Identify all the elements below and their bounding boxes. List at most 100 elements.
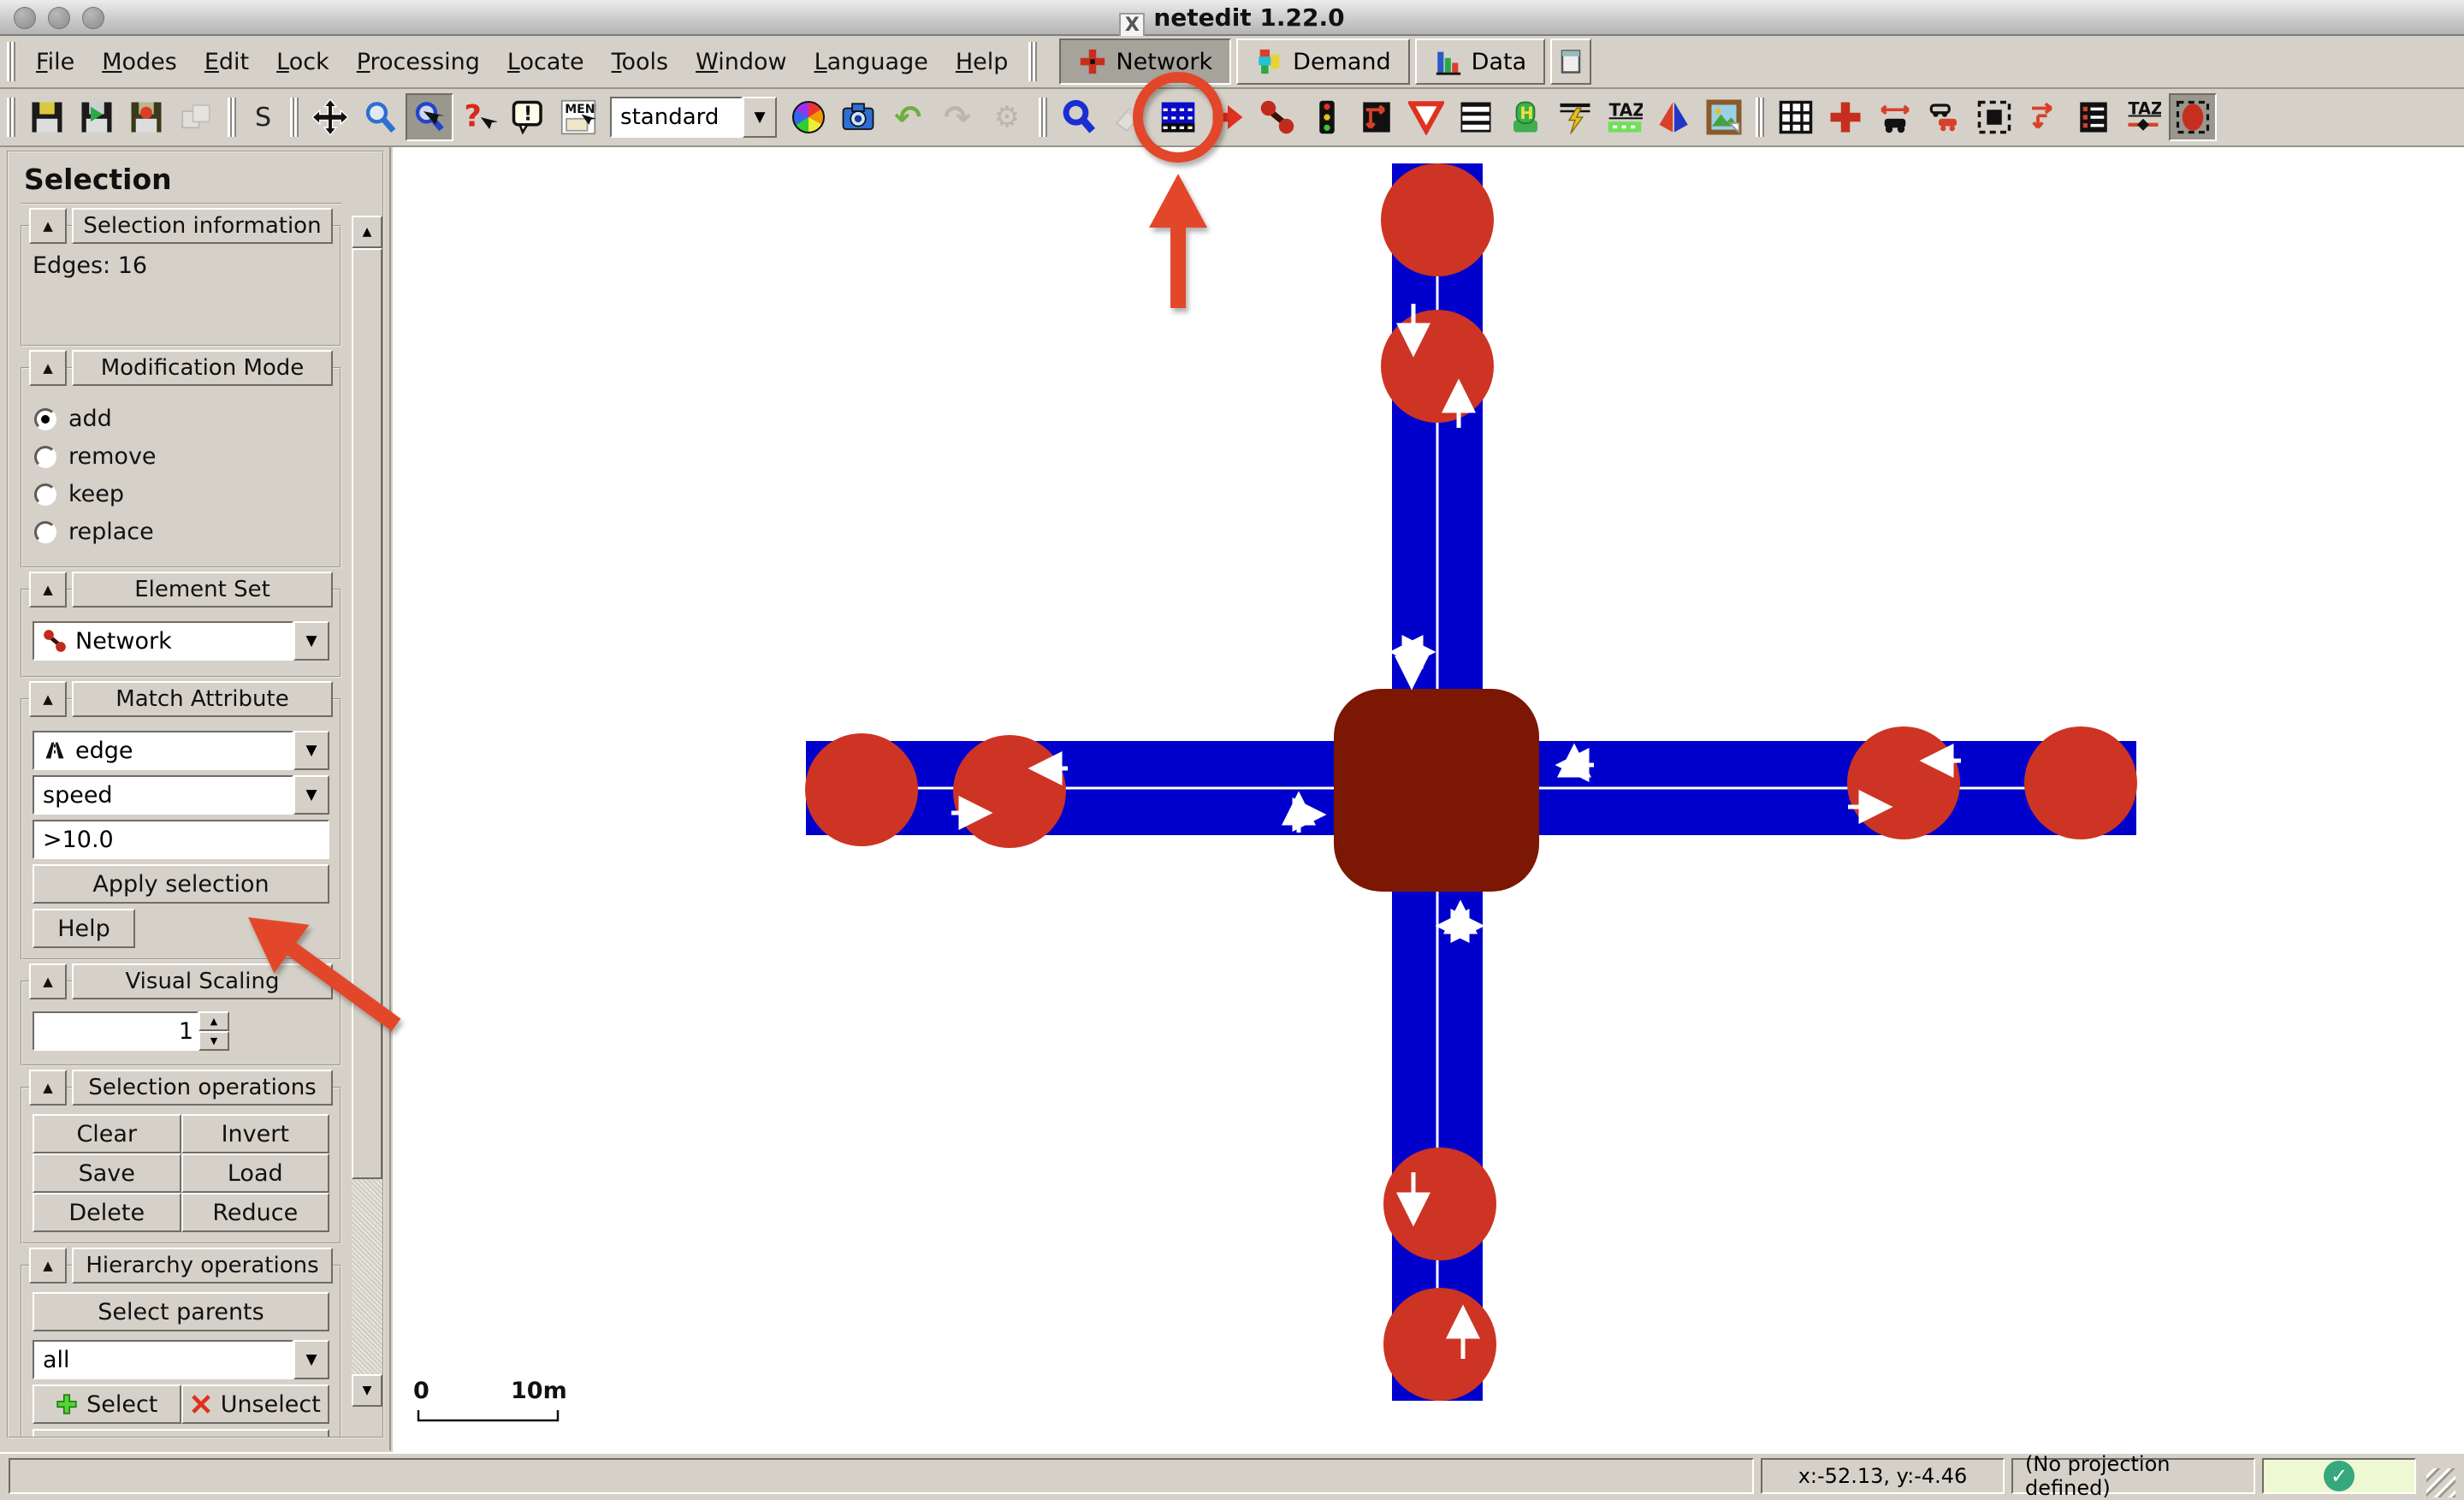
create-edge-mode-button[interactable] [1253,93,1301,141]
toolbar-gripper-1[interactable] [7,98,15,137]
hierarchy-select-button[interactable]: Select [33,1384,181,1424]
locate-pointer-button[interactable] [406,93,453,141]
select-area-button[interactable] [1970,93,2018,141]
supermode-gripper[interactable] [1028,42,1037,81]
match-element-dropdown-arrow[interactable]: ▼ [293,731,329,770]
select-parents-button[interactable]: Select parents [33,1292,329,1331]
radio-add-circle[interactable] [34,408,56,430]
color-scheme-button[interactable] [785,93,832,141]
apply-selection-button[interactable]: Apply selection [33,864,329,904]
reload-button[interactable] [172,93,220,141]
select-children-button[interactable]: Select children [33,1429,329,1438]
save-network-button[interactable] [73,93,121,141]
save-additionals-button[interactable] [122,93,170,141]
match-attribute-dropdown-arrow[interactable]: ▼ [293,775,329,815]
invert-selection-button[interactable]: Invert [181,1114,330,1153]
demand-supermode-tab[interactable]: Demand [1236,39,1410,85]
radio-remove-circle[interactable] [34,446,56,468]
radio-replace[interactable]: replace [34,519,328,545]
crossing-mode-button[interactable] [1452,93,1500,141]
view-preset-dropdown-arrow[interactable]: ▼ [743,97,777,138]
collapse-visual-scaling-button[interactable]: ▲ [29,963,67,999]
elevation-view-button[interactable] [1871,93,1919,141]
collapse-hierarchy-operations-button[interactable]: ▲ [29,1248,67,1284]
spread-vehicles-button[interactable] [1921,93,1969,141]
sidebar-scrollbar[interactable]: ▲ ▼ [352,216,382,1407]
data-supermode-tab[interactable]: Data [1415,39,1545,85]
network-supermode-tab[interactable]: Network [1059,39,1231,85]
collapse-selection-operations-button[interactable]: ▲ [29,1070,67,1106]
junction-shape-button[interactable] [1821,93,1869,141]
toolbar-gripper-5[interactable] [1756,98,1764,137]
wire-mode-button[interactable] [1551,93,1599,141]
menu-lock[interactable]: Lock [263,40,343,84]
menu-modes[interactable]: Modes [88,40,191,84]
visual-scaling-spinner[interactable]: 1 ▲ ▼ [33,1011,229,1051]
network-canvas[interactable]: 0 10m [393,147,2464,1452]
scrollbar-up-arrow[interactable]: ▲ [352,216,382,248]
radio-remove[interactable]: remove [34,443,328,470]
menu-processing[interactable]: Processing [343,40,494,84]
match-element-combobox[interactable]: edge ▼ [33,731,329,770]
delete-selection-button[interactable]: Delete [33,1193,181,1232]
radio-keep-circle[interactable] [34,483,56,506]
clear-selection-button[interactable]: Clear [33,1114,181,1153]
resize-grip[interactable] [2426,1468,2455,1497]
menubar-gripper[interactable] [7,42,15,81]
message-window-button[interactable]: ! [505,93,553,141]
save-config-button[interactable] [23,93,71,141]
hierarchy-unselect-button[interactable]: Unselect [181,1384,330,1424]
element-set-combobox[interactable]: Network ▼ [33,621,329,661]
hierarchy-filter-dropdown-arrow[interactable]: ▼ [293,1340,329,1379]
radio-add[interactable]: add [34,406,328,432]
whats-this-button[interactable]: ? [455,93,503,141]
traffic-light-mode-button[interactable] [1303,93,1351,141]
load-selection-button[interactable]: Load [181,1153,330,1193]
move-mode-button[interactable] [1204,93,1252,141]
menu-hamburger-button[interactable]: MENU [554,93,602,141]
collapse-modification-mode-button[interactable]: ▲ [29,350,67,386]
radio-replace-circle[interactable] [34,521,56,543]
match-value-input[interactable]: >10.0 [33,820,329,859]
scrollbar-thumb[interactable] [352,248,382,1179]
element-set-dropdown-arrow[interactable]: ▼ [293,621,329,661]
toolbar-gripper-4[interactable] [1039,98,1047,137]
inspect-mode-button[interactable] [1055,93,1103,141]
toolbar-gripper-2[interactable] [228,98,236,137]
junction-bubble-button[interactable] [2169,93,2217,141]
reduce-selection-button[interactable]: Reduce [181,1193,330,1232]
decal-mode-button[interactable] [1700,93,1748,141]
menu-help[interactable]: Help [942,40,1022,84]
compute-options-button[interactable]: ⚙ [983,93,1031,141]
taz-relation-button[interactable]: TAZ [2119,93,2167,141]
menu-locate[interactable]: Locate [494,40,598,84]
snapshot-button[interactable] [834,93,882,141]
menu-window[interactable]: Window [682,40,800,84]
match-attribute-combobox[interactable]: speed ▼ [33,775,329,815]
new-window-button[interactable] [1550,39,1591,85]
connection-mode-button[interactable] [1353,93,1401,141]
additional-mode-button[interactable]: H [1502,93,1549,141]
taz-mode-button[interactable]: TAZ [1601,93,1649,141]
prohibition-mode-button[interactable] [1402,93,1450,141]
scaling-decrease-button[interactable]: ▼ [198,1031,229,1051]
collapse-selection-information-button[interactable]: ▲ [29,208,67,244]
delete-mode-button[interactable] [1105,93,1152,141]
menu-language[interactable]: Language [801,40,942,84]
shape-mode-button[interactable] [1650,93,1698,141]
save-selection-button[interactable]: Save [33,1153,181,1193]
grid-toggle-button[interactable] [1772,93,1820,141]
select-mode-button[interactable] [1154,93,1202,141]
zoom-extents-button[interactable] [356,93,404,141]
move-view-button[interactable] [306,93,354,141]
match-help-button[interactable]: Help [33,909,135,948]
turning-arrows-button[interactable] [2020,93,2068,141]
menu-file[interactable]: File [22,40,88,84]
scaling-increase-button[interactable]: ▲ [198,1011,229,1031]
undo-button[interactable]: ↶ [884,93,932,141]
redo-button[interactable]: ↷ [933,93,981,141]
collapse-element-set-button[interactable]: ▲ [29,572,67,608]
collapse-match-attribute-button[interactable]: ▲ [29,681,67,717]
radio-keep[interactable]: keep [34,481,328,507]
hierarchy-filter-combobox[interactable]: all ▼ [33,1340,329,1379]
